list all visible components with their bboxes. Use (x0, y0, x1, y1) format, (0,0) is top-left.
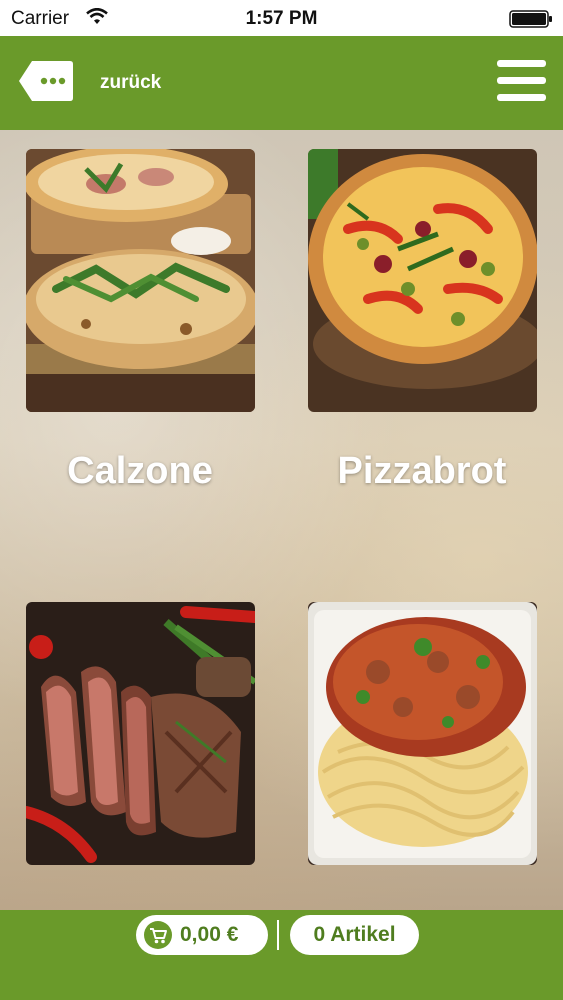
divider (277, 920, 279, 950)
cart-total: 0,00 € (180, 923, 239, 946)
status-bar: Carrier 1:57 PM (0, 0, 563, 36)
category-tile-calzone[interactable] (26, 149, 255, 412)
clock: 1:57 PM (245, 8, 318, 29)
battery-icon (509, 10, 552, 28)
category-grid: Calzone Pizzabrot (0, 130, 563, 910)
navigation-bar: zurück (0, 36, 563, 130)
cart-bar: 0,00 € 0 Artikel (0, 910, 563, 1000)
category-label-pizzabrot[interactable]: Pizzabrot (292, 450, 552, 493)
calzone-photo (26, 149, 255, 412)
category-tile-pasta[interactable] (308, 602, 537, 865)
back-label[interactable]: zurück (100, 72, 161, 94)
cart-items-button[interactable]: 0 Artikel (290, 915, 419, 955)
spaghetti-bolognese-photo (308, 602, 537, 865)
back-button[interactable] (18, 60, 74, 102)
category-tile-pizzabrot[interactable] (308, 149, 537, 412)
cart-item-count: 0 Artikel (313, 923, 396, 946)
hamburger-menu-icon[interactable] (497, 60, 546, 102)
category-tile-steak[interactable] (26, 602, 255, 865)
cart-total-button[interactable]: 0,00 € (136, 915, 268, 955)
category-label-calzone[interactable]: Calzone (10, 450, 270, 493)
pizza-photo (308, 149, 537, 412)
steak-photo (26, 602, 255, 865)
shopping-cart-icon (144, 921, 172, 949)
